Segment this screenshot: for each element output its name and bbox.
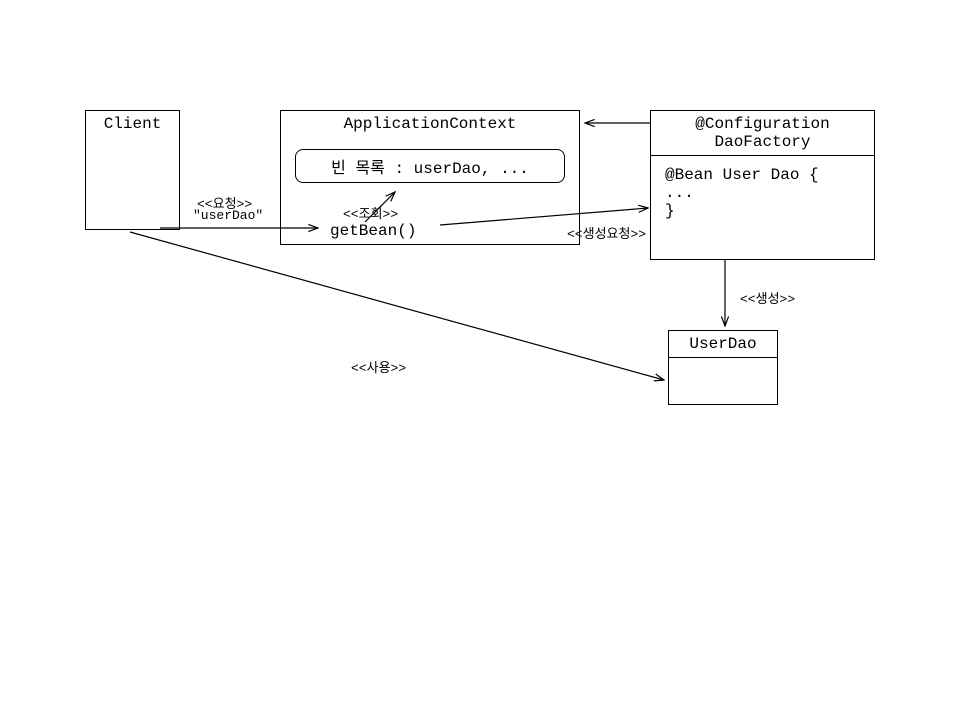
getbean-method: getBean() [330, 222, 416, 240]
daofactory-box: @Configuration DaoFactory @Bean User Dao… [650, 110, 875, 260]
userdao-box: UserDao [668, 330, 778, 405]
daofactory-body2: ... [665, 184, 860, 202]
userdao-title: UserDao [669, 331, 777, 357]
bean-list-box: 빈 목록 : userDao, ... [295, 149, 565, 183]
client-title: Client [86, 111, 179, 137]
daofactory-title2: DaoFactory [651, 133, 874, 155]
app-context-title: ApplicationContext [281, 111, 579, 137]
client-box: Client [85, 110, 180, 230]
create-req-label: <<생성요청>> [567, 223, 646, 242]
use-label: <<사용>> [351, 357, 406, 376]
daofactory-title1: @Configuration [651, 111, 874, 133]
create-label: <<생성>> [740, 288, 795, 307]
daofactory-body3: } [665, 202, 860, 220]
request-arg-label: "userDao" [193, 208, 263, 223]
app-context-box: ApplicationContext 빈 목록 : userDao, ... [280, 110, 580, 245]
daofactory-body1: @Bean User Dao { [665, 166, 860, 184]
lookup-label: <<조회>> [343, 203, 398, 222]
arrows-svg [0, 0, 960, 720]
